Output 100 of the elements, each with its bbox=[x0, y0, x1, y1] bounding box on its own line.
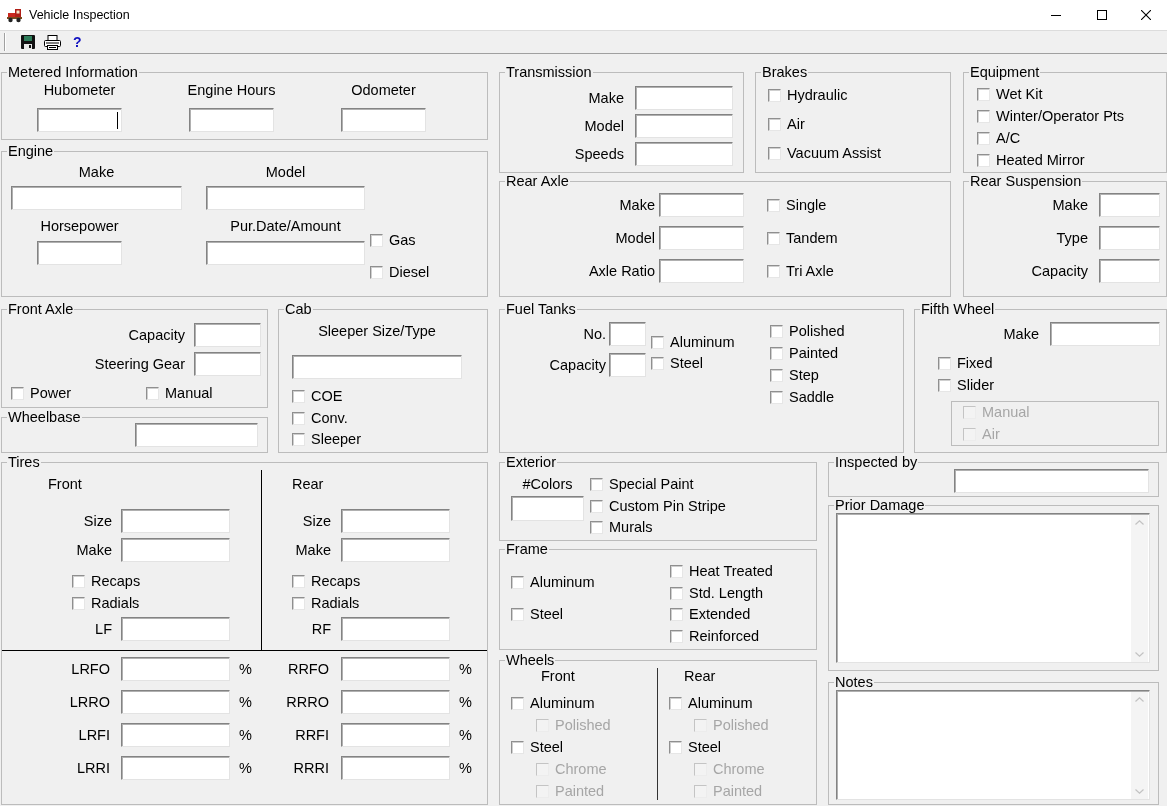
checkbox[interactable] bbox=[511, 741, 524, 754]
checkbox[interactable] bbox=[11, 387, 24, 400]
input-field[interactable] bbox=[511, 496, 584, 521]
input-field[interactable] bbox=[341, 108, 426, 132]
input-field[interactable] bbox=[609, 322, 646, 346]
input-field[interactable] bbox=[341, 756, 450, 780]
checkbox[interactable] bbox=[292, 390, 305, 403]
field-label: Engine Hours bbox=[187, 82, 276, 99]
input-field[interactable] bbox=[954, 469, 1149, 493]
field-label: Pur.Date/Amount bbox=[230, 218, 341, 235]
printer-icon[interactable] bbox=[44, 34, 61, 50]
checkbox[interactable] bbox=[669, 741, 682, 754]
input-field[interactable] bbox=[194, 352, 261, 376]
field-label: Make bbox=[619, 196, 655, 214]
input-field[interactable] bbox=[635, 142, 733, 166]
checkbox[interactable] bbox=[511, 697, 524, 710]
input-field[interactable] bbox=[1099, 259, 1160, 283]
scroll-up-icon bbox=[1135, 520, 1144, 525]
checkbox[interactable] bbox=[767, 198, 780, 212]
checkbox[interactable] bbox=[768, 89, 781, 102]
input-field[interactable] bbox=[206, 241, 365, 265]
checkbox[interactable] bbox=[770, 347, 783, 360]
checkbox[interactable] bbox=[670, 565, 683, 578]
scroll-down-icon bbox=[1135, 789, 1144, 794]
input-field[interactable] bbox=[659, 193, 744, 217]
checkbox[interactable] bbox=[767, 231, 780, 245]
checkbox[interactable] bbox=[767, 264, 780, 278]
text-area[interactable] bbox=[836, 690, 1150, 800]
checkbox[interactable] bbox=[977, 154, 990, 167]
input-field[interactable] bbox=[121, 690, 230, 714]
checkbox[interactable] bbox=[292, 411, 305, 425]
checkbox[interactable] bbox=[146, 387, 159, 400]
checkbox[interactable] bbox=[770, 391, 783, 404]
input-field[interactable] bbox=[341, 690, 450, 714]
checkbox[interactable] bbox=[977, 110, 990, 123]
input-field[interactable] bbox=[206, 186, 365, 210]
input-field[interactable] bbox=[121, 723, 230, 747]
checkbox[interactable] bbox=[590, 499, 603, 513]
checkbox[interactable] bbox=[670, 608, 683, 621]
input-field[interactable] bbox=[292, 355, 462, 379]
field-label: Make bbox=[588, 89, 624, 107]
input-field[interactable] bbox=[189, 108, 274, 132]
group-title: Exterior bbox=[505, 454, 557, 470]
input-field[interactable] bbox=[341, 509, 450, 533]
input-field[interactable] bbox=[341, 538, 450, 562]
checkbox[interactable] bbox=[292, 433, 305, 446]
input-field[interactable] bbox=[609, 353, 646, 377]
checkbox[interactable] bbox=[670, 629, 683, 643]
input-field[interactable] bbox=[121, 756, 230, 780]
checkbox[interactable] bbox=[590, 521, 603, 534]
input-field[interactable] bbox=[659, 226, 744, 250]
checkbox[interactable] bbox=[511, 576, 524, 589]
checkbox[interactable] bbox=[370, 266, 383, 279]
checkbox[interactable] bbox=[938, 357, 951, 370]
input-field[interactable] bbox=[1050, 322, 1160, 346]
checkbox[interactable] bbox=[670, 586, 683, 600]
input-field[interactable] bbox=[37, 108, 122, 132]
input-field[interactable] bbox=[1099, 226, 1160, 250]
input-field[interactable] bbox=[135, 423, 258, 447]
checkbox[interactable] bbox=[669, 697, 682, 710]
field-label: Make bbox=[1003, 325, 1039, 343]
checkbox[interactable] bbox=[72, 575, 85, 588]
checkbox[interactable] bbox=[511, 608, 524, 621]
input-field[interactable] bbox=[121, 617, 230, 641]
checkbox[interactable] bbox=[292, 575, 305, 588]
maximize-icon bbox=[1097, 10, 1107, 20]
input-field[interactable] bbox=[1099, 193, 1160, 217]
scrollbar[interactable] bbox=[1131, 692, 1148, 799]
input-field[interactable] bbox=[194, 323, 261, 347]
checkbox[interactable] bbox=[770, 369, 783, 382]
checkbox[interactable] bbox=[938, 379, 951, 392]
input-field[interactable] bbox=[635, 114, 733, 138]
input-field[interactable] bbox=[341, 657, 450, 681]
input-field[interactable] bbox=[121, 509, 230, 533]
checkbox[interactable] bbox=[292, 597, 305, 610]
checkbox[interactable] bbox=[768, 147, 781, 160]
input-field[interactable] bbox=[37, 241, 122, 265]
input-field[interactable] bbox=[121, 657, 230, 681]
checkbox[interactable] bbox=[651, 357, 664, 370]
input-field[interactable] bbox=[341, 723, 450, 747]
input-field[interactable] bbox=[121, 538, 230, 562]
input-field[interactable] bbox=[341, 617, 450, 641]
scrollbar[interactable] bbox=[1131, 515, 1148, 662]
checkbox-label: Chrome bbox=[555, 761, 607, 778]
checkbox[interactable] bbox=[768, 118, 781, 131]
checkbox[interactable] bbox=[590, 478, 603, 491]
input-field[interactable] bbox=[635, 86, 733, 110]
group-title: Cab bbox=[284, 301, 313, 317]
checkbox[interactable] bbox=[977, 88, 990, 101]
field-label: Make bbox=[295, 541, 331, 559]
checkbox[interactable] bbox=[370, 234, 383, 247]
checkbox[interactable] bbox=[651, 336, 664, 349]
checkbox[interactable] bbox=[770, 325, 783, 338]
help-button[interactable]: ? bbox=[73, 34, 82, 50]
input-field[interactable] bbox=[11, 186, 182, 210]
checkbox[interactable] bbox=[72, 597, 85, 610]
input-field[interactable] bbox=[659, 259, 744, 283]
field-label: Make bbox=[78, 164, 115, 181]
checkbox[interactable] bbox=[977, 132, 990, 145]
checkbox-label: Painted bbox=[789, 345, 839, 362]
